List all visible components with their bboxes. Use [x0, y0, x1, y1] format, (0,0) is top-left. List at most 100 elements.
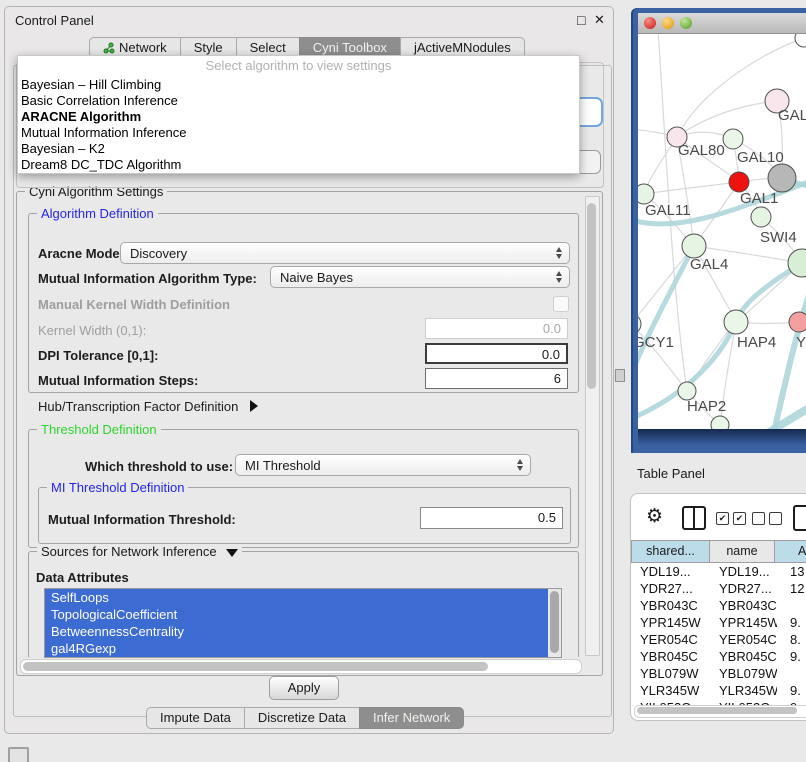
network-node-gcy1[interactable] — [638, 314, 641, 334]
network-window-titlebar[interactable] — [638, 13, 806, 34]
which-threshold-select[interactable]: MI Threshold — [235, 454, 531, 476]
table-cell[interactable]: YBR045C — [711, 648, 777, 665]
table-cell[interactable]: YER054C — [632, 631, 711, 648]
column-header-partial[interactable]: A — [774, 540, 806, 563]
network-canvas[interactable]: GALGAL80GAL10GAL1GAL11SWI4GAL4GCY1HAP4YH… — [638, 34, 806, 429]
float-window-icon[interactable]: □ — [577, 12, 585, 28]
settings-horizontal-scrollbar-thumb[interactable] — [23, 662, 488, 671]
settings-vertical-scrollbar-thumb[interactable] — [587, 203, 596, 389]
table-cell[interactable]: YPR145W — [632, 614, 711, 631]
table-cell[interactable]: YER054C — [711, 631, 777, 648]
mi-algorithm-type-select[interactable]: Naive Bayes — [270, 266, 570, 288]
network-node-gal4[interactable] — [682, 234, 706, 258]
manual-kernel-width-checkbox[interactable] — [553, 296, 569, 312]
table-row[interactable]: YPR145WYPR145W9. — [632, 614, 806, 631]
table-cell[interactable] — [777, 597, 806, 614]
menu-item-basic-correlation[interactable]: Basic Correlation Inference — [18, 93, 579, 109]
network-node-gal1[interactable] — [729, 172, 749, 192]
mi-steps-field[interactable]: 6 — [425, 368, 568, 389]
table-row[interactable]: YDR27...YDR27...12 — [632, 580, 806, 597]
list-item-gal4rgexp[interactable]: gal4RGexp — [45, 640, 548, 657]
network-node-swi4[interactable] — [751, 207, 771, 227]
close-panel-icon[interactable]: ✕ — [594, 12, 605, 28]
table-horizontal-scrollbar-thumb[interactable] — [637, 707, 797, 714]
list-item-betweennesscentrality[interactable]: BetweennessCentrality — [45, 623, 548, 640]
network-node[interactable] — [768, 164, 796, 192]
close-traffic-light[interactable] — [644, 17, 656, 29]
deselect-checkbox-icon-2[interactable] — [769, 512, 782, 525]
column-header-name[interactable]: name — [709, 540, 775, 563]
dpi-tolerance-field[interactable]: 0.0 — [425, 343, 568, 364]
network-node-hap4[interactable] — [724, 310, 748, 334]
network-node-y[interactable] — [789, 312, 806, 332]
table-cell[interactable]: YBL079W — [632, 665, 711, 682]
expand-right-icon[interactable] — [250, 400, 258, 412]
hub-transcription-section[interactable]: Hub/Transcription Factor Definition — [38, 399, 258, 414]
column-header-sharedname[interactable]: shared... — [631, 540, 710, 563]
menu-item-aracne[interactable]: ARACNE Algorithm — [18, 109, 579, 125]
table-cell[interactable]: 13 — [777, 563, 806, 580]
table-cell[interactable]: YBR045C — [632, 648, 711, 665]
table-cell[interactable]: YPR145W — [711, 614, 777, 631]
list-item-selfloops[interactable]: SelfLoops — [45, 589, 548, 606]
zoom-traffic-light[interactable] — [680, 17, 692, 29]
network-graph[interactable]: GALGAL80GAL10GAL1GAL11SWI4GAL4GCY1HAP4YH… — [638, 34, 806, 429]
attribute-list-scrollbar[interactable] — [548, 589, 561, 657]
table-cell[interactable]: YLR345W — [711, 682, 777, 699]
network-node-gal11[interactable] — [638, 184, 654, 204]
gear-icon[interactable]: ⚙ — [646, 505, 663, 528]
menu-item-dream8[interactable]: Dream8 DC_TDC Algorithm — [18, 157, 579, 173]
menu-item-bayesian-hill-climbing[interactable]: Bayesian – Hill Climbing — [18, 77, 579, 93]
table-cell[interactable]: YLR345W — [632, 682, 711, 699]
table-row[interactable]: YER054CYER054C8. — [632, 631, 806, 648]
table-cell[interactable]: 9. — [777, 648, 806, 665]
menu-item-mutual-information[interactable]: Mutual Information Inference — [18, 125, 579, 141]
table-cell[interactable]: 9. — [777, 614, 806, 631]
node-label: Y — [796, 334, 806, 351]
attribute-list-scrollbar-thumb[interactable] — [550, 591, 559, 653]
select-all-checkbox-icon-1[interactable]: ✔ — [716, 512, 729, 525]
table-horizontal-scrollbar[interactable] — [634, 705, 806, 718]
tab-discretize-data[interactable]: Discretize Data — [244, 707, 360, 729]
kernel-width-field[interactable]: 0.0 — [425, 318, 568, 339]
table-row[interactable]: YLR345WYLR345W9. — [632, 682, 806, 699]
table-cell[interactable] — [777, 665, 806, 682]
network-node-gal10[interactable] — [723, 129, 743, 149]
network-node[interactable] — [711, 416, 729, 429]
table-row[interactable]: YBR043CYBR043C — [632, 597, 806, 614]
table-cell[interactable]: YDR27... — [711, 580, 777, 597]
deselect-checkbox-icon-1[interactable] — [752, 512, 765, 525]
collapse-down-icon[interactable] — [226, 549, 238, 557]
table-cell[interactable]: YBL079W — [711, 665, 777, 682]
table-cell[interactable]: 8. — [777, 631, 806, 648]
document-icon[interactable] — [793, 505, 806, 531]
partial-panel-icon[interactable] — [8, 747, 29, 762]
tab-infer-network[interactable]: Infer Network — [359, 707, 464, 729]
popup-hint: Select algorithm to view settings — [18, 56, 579, 77]
table-cell[interactable]: 9. — [777, 682, 806, 699]
table-cell[interactable]: YDL19... — [711, 563, 777, 580]
minimize-traffic-light[interactable] — [662, 17, 674, 29]
select-all-checkbox-icon-2[interactable]: ✔ — [733, 512, 746, 525]
table-row[interactable]: YDL19...YDL19...13 — [632, 563, 806, 580]
settings-vertical-scrollbar[interactable] — [585, 196, 600, 656]
table-cell[interactable]: 12 — [777, 580, 806, 597]
split-columns-icon[interactable] — [682, 506, 706, 530]
apply-button[interactable]: Apply — [269, 676, 339, 700]
table-cell[interactable]: YDR27... — [632, 580, 711, 597]
network-node[interactable] — [795, 34, 806, 47]
list-item-topologicalcoefficient[interactable]: TopologicalCoefficient — [45, 606, 548, 623]
menu-item-bayesian-k2[interactable]: Bayesian – K2 — [18, 141, 579, 157]
mi-threshold-field[interactable]: 0.5 — [420, 507, 563, 529]
table-cell[interactable]: YDL19... — [632, 563, 711, 580]
table-cell[interactable]: YBR043C — [711, 597, 777, 614]
table-cell[interactable]: YBR043C — [632, 597, 711, 614]
settings-horizontal-scrollbar[interactable] — [20, 659, 582, 674]
panel-splitter-grip[interactable] — [615, 369, 625, 382]
table-row[interactable]: YBL079WYBL079W — [632, 665, 806, 682]
table-row[interactable]: YBR045CYBR045C9. — [632, 648, 806, 665]
tab-impute-data[interactable]: Impute Data — [146, 707, 245, 729]
network-view-window[interactable]: GALGAL80GAL10GAL1GAL11SWI4GAL4GCY1HAP4YH… — [631, 8, 806, 453]
data-attributes-list[interactable]: SelfLoops TopologicalCoefficient Between… — [44, 588, 562, 658]
aracne-mode-select[interactable]: Discovery — [120, 242, 570, 264]
